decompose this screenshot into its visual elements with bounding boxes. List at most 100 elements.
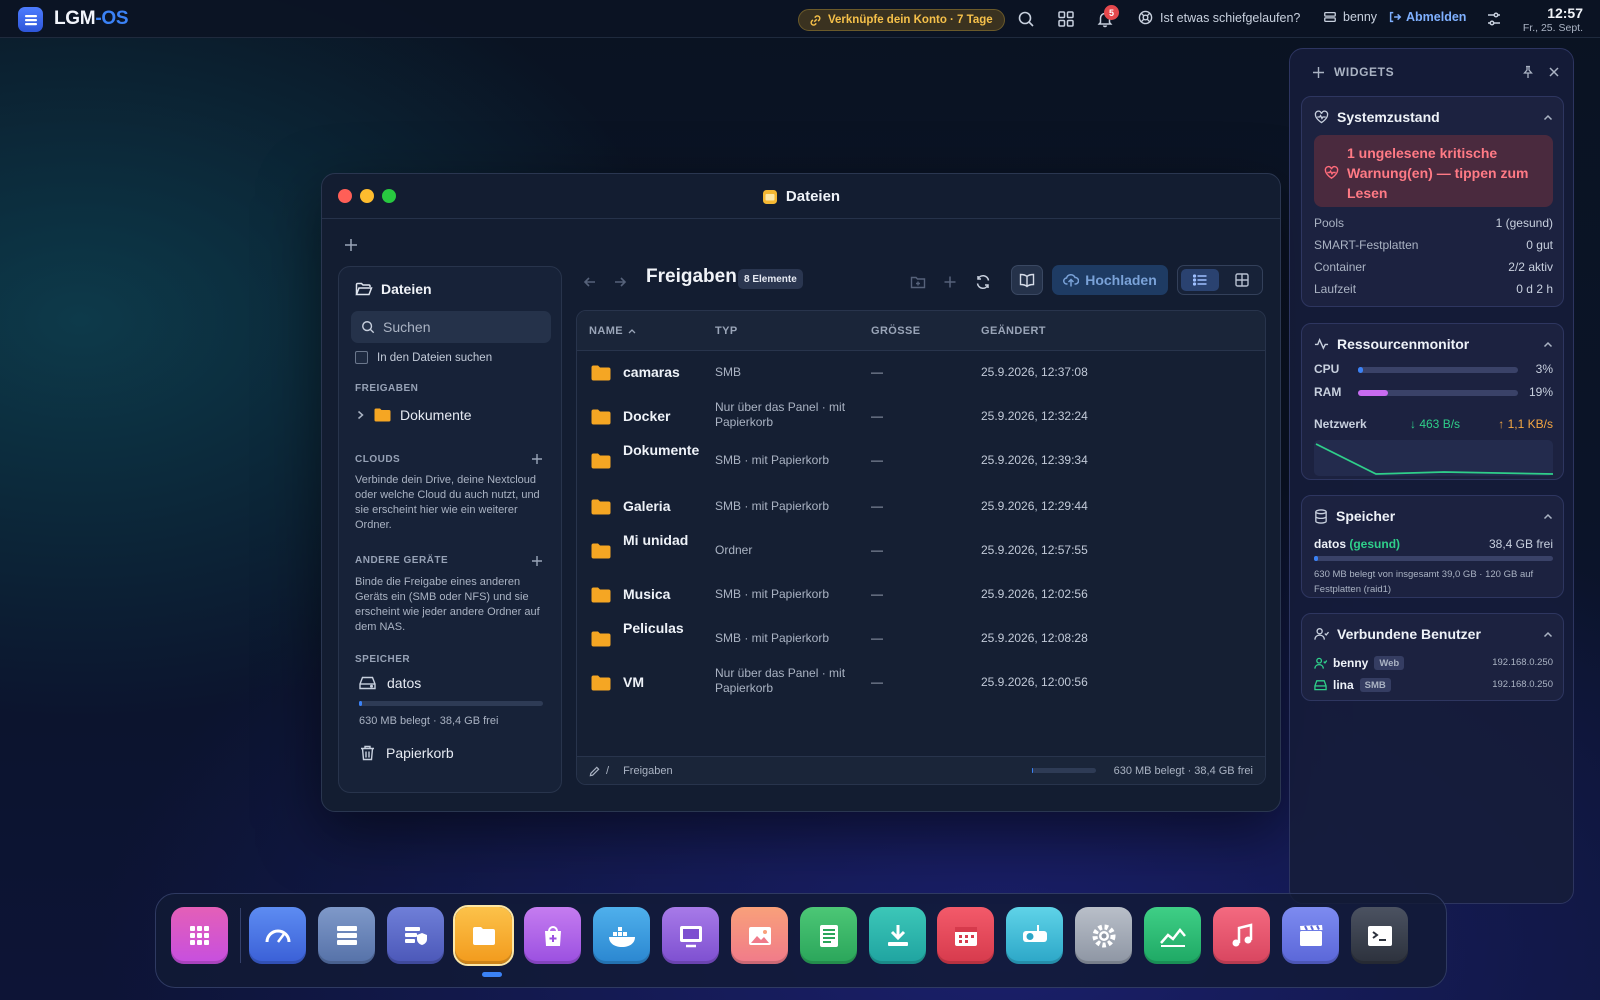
monitor-icon[interactable] xyxy=(1144,907,1201,964)
file-size: — xyxy=(871,587,883,601)
apps-grid-icon[interactable] xyxy=(1057,10,1075,28)
terminal-icon[interactable] xyxy=(1351,907,1408,964)
add-cloud-icon[interactable] xyxy=(531,453,543,465)
sidebar-item-dokumente[interactable]: Dokumente xyxy=(356,407,472,423)
security-icon[interactable] xyxy=(387,907,444,964)
add-device-icon[interactable] xyxy=(531,555,543,567)
table-row[interactable]: Musica SMB · mit Papierkorb — 25.9.2026, 12… xyxy=(577,573,1265,617)
column-type-header[interactable]: TYP xyxy=(715,325,738,337)
column-modified-header[interactable]: GEÄNDERT xyxy=(981,325,1046,337)
virtual-machine-icon[interactable] xyxy=(662,907,719,964)
storage-icon[interactable] xyxy=(318,907,375,964)
window-title: Dateien xyxy=(322,188,1280,205)
table-row[interactable]: Docker Nur über das Panel · mit Papierkor… xyxy=(577,395,1265,439)
chevron-right-icon[interactable] xyxy=(356,410,365,420)
app-store-icon[interactable] xyxy=(524,907,581,964)
upload-label: Hochladen xyxy=(1085,272,1157,288)
search-icon[interactable] xyxy=(1017,10,1035,28)
projector-icon[interactable] xyxy=(1006,907,1063,964)
file-name[interactable]: Peliculas xyxy=(623,619,703,638)
file-name[interactable]: Docker xyxy=(623,407,703,426)
music-icon[interactable] xyxy=(1213,907,1270,964)
link-account-button[interactable]: Verknüpfe dein Konto · 7 Tage xyxy=(798,9,1005,31)
file-name[interactable]: Musica xyxy=(623,585,703,604)
column-size-header[interactable]: GRÖSSE xyxy=(871,325,920,337)
preview-toggle-button[interactable] xyxy=(1011,265,1043,295)
new-folder-icon[interactable] xyxy=(910,274,926,290)
resource-monitor-card: Ressourcenmonitor CPU 3% RAM 19% Netzwer… xyxy=(1301,323,1564,480)
list-view-button[interactable] xyxy=(1181,269,1219,291)
file-name[interactable]: Galeria xyxy=(623,497,703,516)
folder-icon xyxy=(591,453,611,469)
column-name-header[interactable]: NAME xyxy=(589,325,636,337)
file-name[interactable]: Dokumente xyxy=(623,441,703,460)
settings-icon[interactable] xyxy=(1075,907,1132,964)
close-icon[interactable] xyxy=(1547,65,1561,79)
chevron-up-icon[interactable] xyxy=(1543,512,1553,522)
chevron-up-icon[interactable] xyxy=(1543,113,1553,123)
sidebar-item-datos[interactable]: datos xyxy=(359,675,421,691)
chevron-up-icon[interactable] xyxy=(1543,340,1553,350)
add-icon[interactable] xyxy=(942,274,958,290)
help-icon xyxy=(1138,10,1153,25)
files-table: NAME TYP GRÖSSE GEÄNDERT camaras SMB — 25.9… xyxy=(576,310,1266,785)
checkbox-box[interactable] xyxy=(355,351,368,364)
user-row[interactable]: lina SMB 192.168.0.250 xyxy=(1314,677,1553,693)
item-count-badge: 8 Elemente xyxy=(738,269,803,289)
docker-icon[interactable] xyxy=(593,907,650,964)
menu-icon[interactable] xyxy=(18,7,43,32)
table-footer: / Freigaben 630 MB belegt · 38,4 GB frei xyxy=(577,756,1265,784)
file-type: SMB · mit Papierkorb xyxy=(715,499,830,513)
table-row[interactable]: Dokumente SMB · mit Papierkorb — 25.9.2026,… xyxy=(577,439,1265,483)
downloads-icon[interactable] xyxy=(869,907,926,964)
file-name[interactable]: Mi unidad xyxy=(623,531,703,550)
chevron-up-icon[interactable] xyxy=(1543,630,1553,640)
search-in-files-checkbox[interactable]: In den Dateien suchen xyxy=(355,351,492,364)
video-icon[interactable] xyxy=(1282,907,1339,964)
upload-button[interactable]: Hochladen xyxy=(1052,265,1168,295)
user-row[interactable]: benny Web 192.168.0.250 xyxy=(1314,655,1553,671)
back-arrow-icon[interactable] xyxy=(582,274,598,290)
footer-path-label[interactable]: Freigaben xyxy=(623,765,673,777)
logout-label: Abmelden xyxy=(1406,10,1467,24)
sidebar-item-trash[interactable]: Papierkorb xyxy=(360,745,454,761)
card-title: Speicher xyxy=(1314,508,1395,524)
calendar-icon[interactable] xyxy=(937,907,994,964)
critical-alert-banner[interactable]: 1 ungelesene kritische Warnung(en) — tip… xyxy=(1314,135,1553,207)
table-row[interactable]: Peliculas SMB · mit Papierkorb — 25.9.2026,… xyxy=(577,617,1265,661)
sliders-icon[interactable] xyxy=(1486,11,1504,29)
notes-icon[interactable] xyxy=(800,907,857,964)
add-widget-icon[interactable] xyxy=(1312,66,1325,79)
forward-arrow-icon[interactable] xyxy=(612,274,628,290)
file-name[interactable]: VM xyxy=(623,673,703,692)
add-tab-icon[interactable] xyxy=(344,238,358,252)
logout-button[interactable]: Abmelden xyxy=(1388,10,1466,24)
pencil-icon[interactable] xyxy=(589,766,600,777)
file-name[interactable]: camaras xyxy=(623,363,703,382)
table-row[interactable]: Mi unidad Ordner — 25.9.2026, 12:57:55 xyxy=(577,529,1265,573)
pin-icon[interactable] xyxy=(1521,65,1535,79)
refresh-icon[interactable] xyxy=(975,274,991,290)
file-size: — xyxy=(871,365,883,379)
network-label: Netzwerk xyxy=(1314,417,1367,431)
sidebar-title[interactable]: Dateien xyxy=(355,281,432,297)
table-row[interactable]: camaras SMB — 25.9.2026, 12:37:08 xyxy=(577,351,1265,395)
help-button[interactable]: Ist etwas schiefgelaufen? xyxy=(1138,10,1300,25)
files-icon[interactable] xyxy=(453,905,514,966)
table-row[interactable]: VM Nur über das Panel · mit Papierkorb — 25… xyxy=(577,661,1265,705)
window-titlebar[interactable]: Dateien xyxy=(322,174,1280,219)
sidebar-search-input[interactable]: Suchen xyxy=(351,311,551,343)
grid-icon xyxy=(1235,273,1249,287)
launcher-icon[interactable] xyxy=(171,907,228,964)
table-row[interactable]: Galeria SMB · mit Papierkorb — 25.9.2026, 1… xyxy=(577,485,1265,529)
grid-view-button[interactable] xyxy=(1225,269,1259,291)
file-size: — xyxy=(871,409,883,423)
photos-icon[interactable] xyxy=(731,907,788,964)
storage-progress-bar xyxy=(359,701,543,706)
storage-usage-text: 630 MB belegt · 38,4 GB frei xyxy=(359,715,499,727)
activity-icon xyxy=(1314,337,1329,350)
card-title: Systemzustand xyxy=(1314,109,1440,125)
dashboard-icon[interactable] xyxy=(249,907,306,964)
user-menu[interactable]: benny xyxy=(1323,10,1377,24)
storage-progress-fill xyxy=(359,701,362,706)
